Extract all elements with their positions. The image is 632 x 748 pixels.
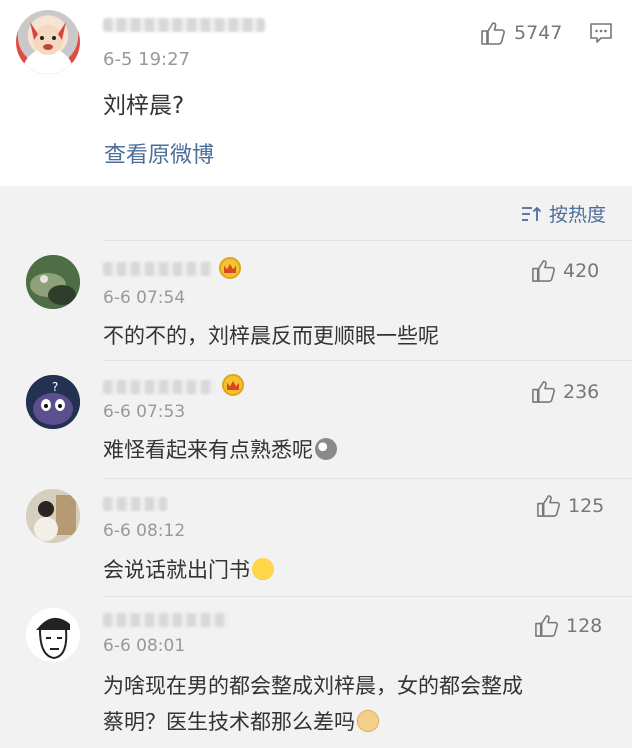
comment-avatar[interactable] — [26, 489, 80, 543]
comment-username-blurred[interactable] — [103, 497, 167, 511]
sort-lines-icon — [521, 206, 542, 221]
comment-text: 为啥现在男的都会整成刘梓晨，女的都会整成 — [103, 674, 523, 698]
laughing-tears-emoji-icon — [252, 558, 274, 580]
comment-like-count: 125 — [568, 494, 605, 517]
sort-by-hot-button[interactable]: 按热度 — [521, 200, 606, 227]
comment-like-button[interactable]: 420 — [531, 258, 599, 283]
dog-face-emoji-icon — [315, 438, 337, 460]
comment-icon[interactable] — [589, 21, 613, 45]
vip-crown-icon — [219, 257, 241, 279]
divider — [103, 240, 632, 241]
divider — [103, 478, 632, 479]
comment-text: 会说话就出门书 — [103, 558, 250, 582]
doge-emoji-icon — [357, 710, 379, 732]
comment-username-blurred[interactable] — [103, 613, 229, 627]
comment-text: 难怪看起来有点熟悉呢 — [103, 438, 313, 462]
vip-crown-icon — [222, 374, 244, 396]
comment-like-count: 128 — [566, 614, 603, 637]
thumbs-up-icon — [537, 495, 560, 517]
avatar-image-icon — [22, 22, 74, 74]
comment-like-count: 420 — [563, 259, 600, 282]
avatar-image-icon — [26, 608, 80, 662]
sort-label: 按热度 — [548, 204, 606, 226]
comment-time: 6-6 07:54 — [103, 288, 186, 308]
svg-text:?: ? — [52, 380, 58, 394]
main-post-text: 刘梓晨? — [103, 93, 185, 119]
main-post-like-button[interactable]: 5747 — [480, 20, 562, 46]
comment-username-blurred[interactable] — [103, 262, 213, 276]
main-post-username-blurred[interactable] — [103, 18, 265, 32]
comment-username-blurred[interactable] — [103, 380, 215, 394]
divider — [103, 360, 632, 361]
comment-avatar[interactable] — [26, 608, 80, 662]
comment-text-line: 难怪看起来有点熟悉呢 — [103, 434, 337, 464]
main-post-like-count: 5747 — [514, 22, 563, 44]
main-post-avatar[interactable] — [16, 10, 80, 74]
comment-text: 不的不的，刘梓晨反而更顺眼一些呢 — [103, 324, 439, 348]
comment-like-button[interactable]: 125 — [536, 493, 604, 518]
comment-like-count: 236 — [563, 380, 600, 403]
comment-time: 6-6 08:01 — [103, 636, 186, 656]
divider — [103, 596, 632, 597]
comment-text-line: 会说话就出门书 — [103, 554, 274, 584]
comment-like-button[interactable]: 236 — [531, 379, 599, 404]
thumbs-up-icon — [532, 260, 555, 282]
comment-avatar[interactable]: ? — [26, 375, 80, 429]
main-post-time: 6-5 19:27 — [103, 49, 190, 70]
comment-like-button[interactable]: 128 — [534, 613, 602, 638]
comment-text: 蔡明？医生技术都那么差吗 — [103, 710, 355, 734]
avatar-image-icon — [26, 255, 80, 309]
comment-text-line: 蔡明？医生技术都那么差吗 — [103, 706, 379, 736]
comment-time: 6-6 08:12 — [103, 521, 186, 541]
comment-time: 6-6 07:53 — [103, 402, 186, 422]
thumbs-up-icon — [535, 615, 558, 637]
main-post-card: 6-5 19:27 5747 刘梓晨? 查看原微博 — [0, 0, 632, 186]
comment-avatar[interactable] — [26, 255, 80, 309]
thumbs-up-icon — [481, 22, 505, 45]
thumbs-up-icon — [532, 381, 555, 403]
avatar-image-icon: ? — [26, 375, 80, 429]
avatar-image-icon — [26, 489, 80, 543]
view-original-link[interactable]: 查看原微博 — [104, 137, 214, 169]
